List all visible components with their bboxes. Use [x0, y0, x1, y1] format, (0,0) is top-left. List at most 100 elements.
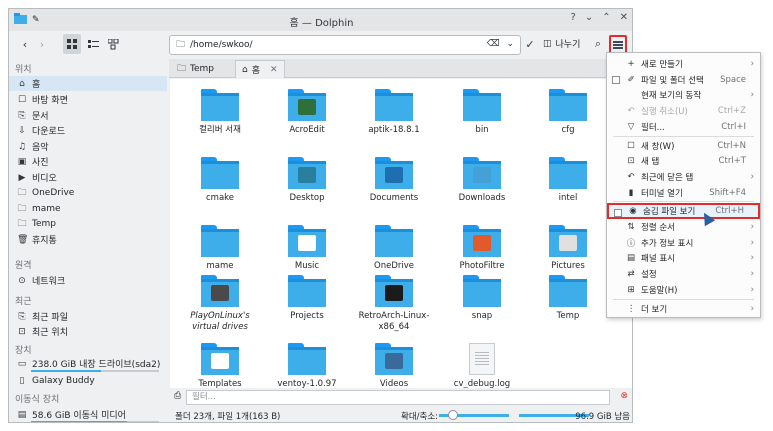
- folder-item[interactable]: aptik-18.8.1: [352, 83, 436, 145]
- sidebar-item[interactable]: ⊙ 네트워크: [9, 273, 167, 288]
- minimize-icon[interactable]: ⌄: [585, 12, 593, 23]
- folder-item[interactable]: Desktop: [265, 151, 349, 213]
- menu-item[interactable]: ⋮ 더 보기 ›: [607, 301, 760, 317]
- menu-item[interactable]: ▽ 필터... Ctrl+I: [607, 119, 760, 135]
- sidebar-item[interactable]: ♫ 음악: [9, 139, 167, 154]
- menu-item-icon: ⋮: [626, 303, 636, 314]
- item-name: PlayOnLinux's virtual drives: [190, 311, 250, 332]
- menu-item-icon: ▤: [626, 253, 636, 264]
- folder-item[interactable]: Downloads: [440, 151, 524, 213]
- sidebar-item[interactable]: 🗑 휴지통: [9, 232, 167, 247]
- folder-item[interactable]: 컬리버 서재: [178, 83, 262, 145]
- compact-view-icon[interactable]: [85, 34, 101, 54]
- folder-icon: [463, 225, 501, 257]
- sidebar-item[interactable]: 🗀 Temp: [9, 216, 167, 231]
- title-bar[interactable]: ✎ 홈 — Dolphin ? ⌄ ⌃ ✕: [9, 9, 632, 31]
- file-view[interactable]: 컬리버 서재 AcroEdit aptik-18.8.1 bin cfg cmake Des…: [170, 79, 632, 389]
- sidebar-item[interactable]: ▭ 238.0 GiB 내장 드라이브(sda2): [9, 356, 167, 371]
- recent-locations-icon: ⊡: [18, 326, 26, 337]
- menu-item-label: 터미널 열기: [641, 188, 683, 199]
- menu-checkbox[interactable]: [612, 75, 620, 84]
- folder-item[interactable]: bin: [440, 83, 524, 145]
- folder-icon: [549, 225, 587, 257]
- sidebar-item[interactable]: ⇩ 다운로드: [9, 123, 167, 138]
- sidebar-item[interactable]: 🗀 OneDrive: [9, 185, 167, 200]
- menu-item[interactable]: ☐ 새 창(W) Ctrl+N: [607, 138, 760, 154]
- item-name: aptik-18.8.1: [368, 125, 420, 135]
- folder-item[interactable]: Temp: [526, 269, 610, 331]
- menu-item[interactable]: ↶ 최근에 닫은 탭 ›: [607, 169, 760, 185]
- menu-item[interactable]: ⓘ 추가 정보 표시 ›: [607, 235, 760, 251]
- menu-item[interactable]: ⊡ 새 탭 Ctrl+T: [607, 153, 760, 169]
- menu-item-icon: +: [627, 59, 635, 69]
- menu-item[interactable]: ✐ 파일 및 폴더 선택 Space: [607, 72, 760, 88]
- details-view-icon[interactable]: [105, 34, 121, 54]
- back-icon[interactable]: ‹: [17, 34, 33, 54]
- folder-icon: [375, 225, 413, 257]
- sidebar-item[interactable]: ⎘ 문서: [9, 108, 167, 123]
- zoom-slider-handle[interactable]: [448, 410, 458, 420]
- hamburger-menu: + 새로 만들기 › ✐ 파일 및 폴더 선택 Space 현재 보기의 동작 › ↶ 실행 취소…: [606, 52, 761, 318]
- menu-item[interactable]: ▤ 패널 표시 ›: [607, 250, 760, 266]
- submenu-arrow-icon: ›: [750, 237, 754, 248]
- free-space-label: 96.9 GiB 남음: [575, 412, 630, 422]
- search-icon[interactable]: ⌕: [591, 34, 605, 54]
- folder-icon: [288, 157, 326, 189]
- sidebar-item-label: 홈: [32, 80, 41, 90]
- menu-item[interactable]: ↶ 실행 취소(U) Ctrl+Z: [607, 103, 760, 119]
- forward-icon[interactable]: ›: [35, 34, 49, 54]
- confirm-location-icon[interactable]: ✓: [523, 34, 537, 54]
- menu-item[interactable]: ⇅ 정렬 순서 ›: [607, 219, 760, 235]
- location-bar[interactable]: 🗀 /home/swkoo/ ⌫ ⌄: [169, 35, 521, 55]
- sidebar-item[interactable]: ☐ 바탕 화면: [9, 92, 167, 107]
- sidebar-item[interactable]: 🗀 mame: [9, 201, 167, 216]
- menu-item-shortcut: Ctrl+N: [717, 140, 746, 151]
- help-icon[interactable]: ?: [571, 12, 576, 23]
- menu-item[interactable]: ⊞ 도움말(H) ›: [607, 282, 760, 298]
- folder-item[interactable]: cmake: [178, 151, 262, 213]
- folder-icon: [288, 89, 326, 121]
- submenu-arrow-icon: ›: [750, 222, 754, 232]
- icon-view-icon[interactable]: [63, 34, 81, 54]
- maximize-icon[interactable]: ⌃: [602, 12, 610, 23]
- menu-item[interactable]: ◉ 숨김 파일 보기 Ctrl+H: [607, 203, 760, 220]
- sidebar-item[interactable]: ▯ Galaxy Buddy: [9, 373, 167, 388]
- submenu-arrow-icon: ›: [750, 284, 754, 295]
- close-filter-icon[interactable]: ⊗: [620, 391, 628, 401]
- folder-item[interactable]: Documents: [352, 151, 436, 213]
- filter-input[interactable]: 필터...: [186, 390, 610, 405]
- sidebar-item[interactable]: ⊡ 최근 위치: [9, 324, 167, 339]
- folder-item[interactable]: AcroEdit: [265, 83, 349, 145]
- menu-item[interactable]: + 새로 만들기 ›: [607, 56, 760, 72]
- zoom-slider[interactable]: [439, 410, 509, 420]
- location-dropdown-icon[interactable]: ⌄: [506, 39, 514, 49]
- split-button[interactable]: ◫ 나누기: [543, 37, 580, 51]
- sidebar-item[interactable]: ⌂ 홈: [9, 76, 167, 91]
- tab-temp[interactable]: 🗀 Temp: [171, 60, 220, 78]
- close-icon[interactable]: ✕: [620, 12, 628, 23]
- tab-home[interactable]: ⌂ 홈 ✕: [235, 60, 285, 78]
- menu-item[interactable]: 현재 보기의 동작 ›: [607, 87, 760, 103]
- sidebar-item[interactable]: ▣ 사진: [9, 154, 167, 169]
- sidebar-item[interactable]: ▤ 58.6 GiB 이동식 미디어: [9, 407, 167, 422]
- menu-checkbox[interactable]: [614, 209, 622, 218]
- folder-item[interactable]: PlayOnLinux's virtual drives: [178, 269, 262, 332]
- folder-item[interactable]: intel: [526, 151, 610, 213]
- menu-separator: [613, 201, 754, 203]
- menu-item-label: 정렬 순서: [641, 223, 675, 233]
- folder-item[interactable]: cfg: [526, 83, 610, 145]
- menu-item[interactable]: ▮ 터미널 열기 Shift+F4: [607, 185, 760, 201]
- sidebar-item[interactable]: ▶ 비디오: [9, 170, 167, 185]
- close-tab-icon[interactable]: ✕: [270, 65, 278, 75]
- sidebar-item[interactable]: ⎘ 최근 파일: [9, 309, 167, 324]
- folder-item[interactable]: RetroArch-Linux-x86_64: [352, 269, 436, 332]
- item-name: Temp: [556, 311, 580, 321]
- folder-item[interactable]: Projects: [265, 269, 349, 331]
- location-path[interactable]: /home/swkoo/: [190, 40, 253, 50]
- clear-location-icon[interactable]: ⌫: [487, 39, 500, 49]
- filter-lock-icon[interactable]: ⎙: [174, 391, 181, 401]
- folder-icon: [201, 157, 239, 189]
- sidebar-item-label: Temp: [32, 218, 56, 229]
- folder-item[interactable]: snap: [440, 269, 524, 331]
- menu-item[interactable]: ⇄ 설정 ›: [607, 266, 760, 282]
